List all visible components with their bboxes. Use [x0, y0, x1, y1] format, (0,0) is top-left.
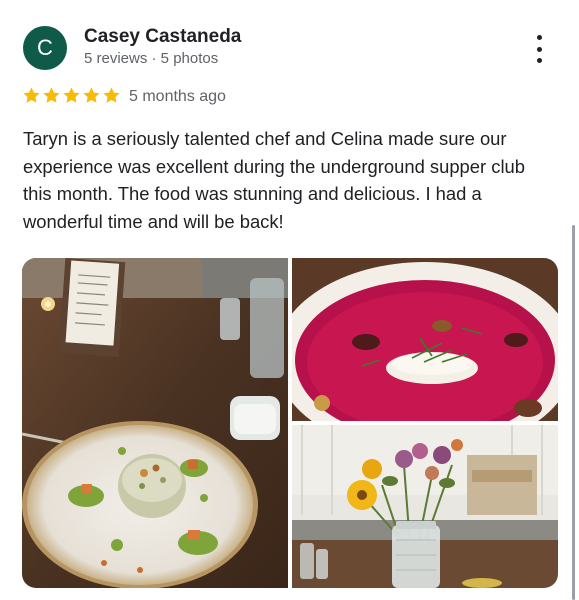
star-icon	[23, 87, 40, 103]
review-time: 5 months ago	[129, 88, 226, 105]
scrollbar[interactable]	[572, 225, 575, 600]
star-icon	[83, 87, 100, 103]
menu-dot	[536, 46, 542, 52]
photo-gallery	[22, 258, 558, 588]
reviewer-meta: 5 reviews · 5 photos	[84, 50, 219, 67]
menu-dot	[536, 35, 542, 40]
star-icon	[63, 87, 80, 103]
photo-flower-vase[interactable]	[292, 425, 558, 588]
photo-beet-soup[interactable]	[292, 258, 558, 421]
star-icon	[103, 87, 120, 103]
more-vert-icon[interactable]	[526, 32, 552, 66]
reviewer-avatar[interactable]: C	[23, 26, 67, 70]
review-text: Taryn is a seriously talented chef and C…	[23, 128, 525, 232]
menu-dot	[536, 58, 542, 63]
star-icon	[43, 87, 60, 103]
star-rating	[22, 86, 122, 105]
photo-plated-dish[interactable]	[22, 258, 288, 588]
reviewer-name[interactable]: Casey Castaneda	[84, 26, 241, 48]
